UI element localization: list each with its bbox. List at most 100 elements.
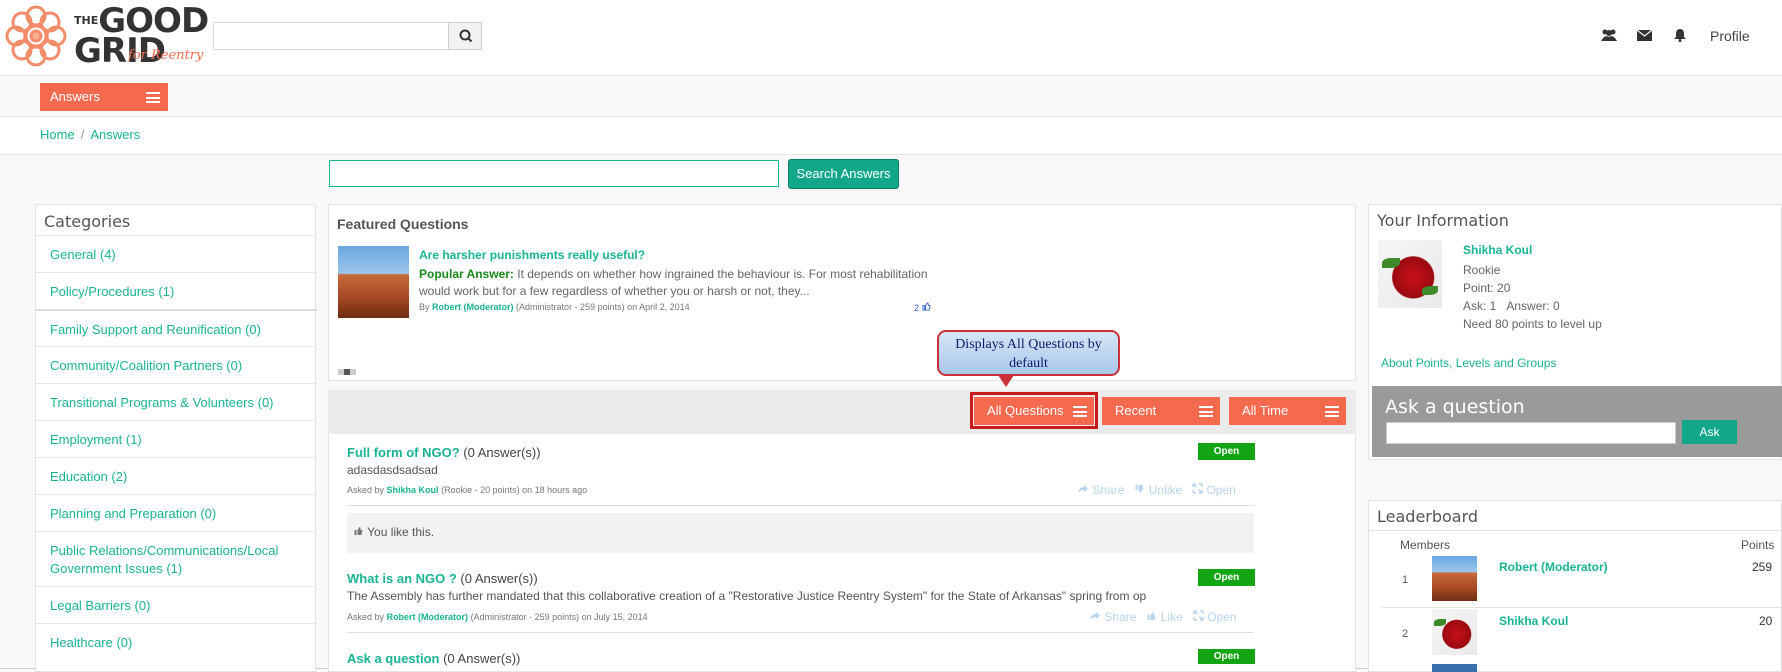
logo-flower-icon (5, 5, 67, 67)
search-answers-button[interactable]: Search Answers (788, 159, 899, 189)
category-community-partners[interactable]: Community/Coalition Partners (0) (36, 346, 317, 383)
answers-menu-label: Answers (50, 89, 100, 104)
question-title-link[interactable]: Ask a question (347, 651, 439, 666)
open-action[interactable]: Open (1192, 483, 1236, 497)
leaderboard-members-header: Members (1400, 538, 1451, 552)
envelope-icon[interactable] (1637, 30, 1652, 41)
category-policy-procedures[interactable]: Policy/Procedures (1) (36, 272, 317, 309)
user-stats: Rookie Point: 20 Ask: 1 Answer: 0 Need 8… (1463, 263, 1602, 331)
categories-panel: Categories General (4) Policy/Procedures… (35, 204, 317, 672)
question-title-row: What is an NGO ? (0 Answer(s)) (347, 571, 538, 586)
share-icon (1078, 485, 1088, 493)
annotation-callout-tail (998, 375, 1014, 387)
category-education[interactable]: Education (2) (36, 457, 317, 494)
leaderboard-points: 259 (1752, 560, 1773, 574)
category-employment[interactable]: Employment (1) (36, 420, 317, 457)
question-author-link[interactable]: Shikha Koul (387, 485, 439, 495)
leaderboard-avatar[interactable] (1432, 609, 1477, 655)
category-transitional-programs[interactable]: Transitional Programs & Volunteers (0) (36, 383, 317, 420)
breadcrumb-band (0, 116, 1782, 155)
status-badge: Open (1198, 443, 1255, 460)
status-badge: Open (1198, 569, 1255, 586)
share-action[interactable]: Share (1077, 483, 1124, 497)
leaderboard-avatar[interactable] (1432, 556, 1477, 601)
leaderboard-member-link[interactable]: Robert (Moderator) (1499, 560, 1608, 574)
recent-filter-button[interactable]: Recent (1102, 397, 1220, 425)
ask-question-title: Ask a question (1385, 396, 1525, 418)
featured-carousel-dots[interactable] (338, 363, 356, 378)
leaderboard-divider (1368, 530, 1782, 531)
profile-link[interactable]: Profile (1710, 28, 1750, 44)
logo-subtitle: for Reentry (128, 48, 204, 63)
featured-question-link[interactable]: Are harsher punishments really useful? (419, 248, 645, 262)
category-public-relations[interactable]: Public Relations/Communications/Local Gov… (36, 531, 317, 586)
category-legal-barriers[interactable]: Legal Barriers (0) (36, 586, 317, 623)
highlight-box (970, 392, 1098, 429)
question-list-panel (328, 434, 1356, 672)
featured-popular-answer: Popular Answer: It depends on whether ho… (419, 267, 928, 298)
breadcrumb-home[interactable]: Home (40, 127, 75, 142)
all-time-filter-button[interactable]: All Time (1229, 397, 1346, 425)
featured-likes-count: 2 (914, 302, 931, 313)
unlike-action[interactable]: Unlike (1134, 483, 1182, 497)
question-title-link[interactable]: What is an NGO ? (347, 571, 457, 586)
search-icon (459, 29, 473, 43)
question-title-row: Full form of NGO? (0 Answer(s)) (347, 445, 541, 460)
open-action[interactable]: Open (1193, 610, 1236, 624)
bell-icon[interactable] (1673, 28, 1687, 42)
question-divider (347, 632, 1254, 633)
categories-title: Categories (44, 212, 131, 231)
question-actions: Share Like Open (1089, 610, 1236, 624)
breadcrumb: Home / Answers (40, 127, 141, 142)
top-header: THEGOOD GRID for Reentry Profile (0, 0, 1782, 75)
leaderboard-title: Leaderboard (1377, 507, 1479, 526)
thumbs-down-icon (1135, 485, 1144, 493)
question-actions: Share Unlike Open (1077, 483, 1236, 497)
category-general[interactable]: General (4) (36, 235, 317, 272)
featured-title: Featured Questions (337, 216, 469, 232)
question-meta: Asked by Shikha Koul (Rookie - 20 points… (347, 485, 588, 495)
expand-icon (1192, 483, 1203, 494)
leaderboard-rank: 2 (1402, 628, 1409, 640)
category-healthcare[interactable]: Healthcare (0) (36, 623, 317, 660)
your-information-title: Your Information (1377, 211, 1509, 230)
leaderboard-avatar[interactable] (1432, 664, 1477, 672)
menu-icon (146, 92, 160, 103)
share-icon (1090, 612, 1100, 620)
points-levels-link[interactable]: About Points, Levels and Groups (1381, 356, 1556, 370)
users-icon[interactable] (1600, 28, 1618, 42)
featured-question-image[interactable] (338, 246, 409, 318)
category-family-support[interactable]: Family Support and Reunification (0) (36, 309, 317, 346)
share-action[interactable]: Share (1089, 610, 1136, 624)
menu-icon (1199, 406, 1213, 417)
question-title-link[interactable]: Full form of NGO? (347, 445, 460, 460)
like-note-box: You like this. (347, 513, 1254, 553)
ask-button[interactable]: Ask (1682, 420, 1737, 444)
breadcrumb-answers[interactable]: Answers (90, 127, 140, 142)
question-author-link[interactable]: Robert (Moderator) (387, 612, 469, 622)
site-search-input[interactable] (213, 22, 449, 50)
leaderboard-member-link[interactable]: Shikha Koul (1499, 614, 1568, 628)
menu-icon (1325, 406, 1339, 417)
featured-meta: By Robert (Moderator) (Administrator - 2… (419, 302, 690, 312)
question-meta: Asked by Robert (Moderator) (Administrat… (347, 612, 648, 622)
thumbs-up-icon (354, 527, 363, 535)
expand-icon (1193, 610, 1204, 621)
ask-question-input[interactable] (1386, 422, 1676, 444)
site-logo[interactable]: THEGOOD GRID for Reentry (4, 4, 209, 70)
user-name-link[interactable]: Shikha Koul (1463, 243, 1532, 257)
leaderboard-points-header: Points (1741, 538, 1775, 552)
like-action[interactable]: Like (1146, 610, 1183, 624)
status-badge: Open (1198, 649, 1255, 664)
featured-author-link[interactable]: Robert (Moderator) (432, 302, 514, 312)
user-avatar[interactable] (1378, 240, 1442, 308)
question-title-row: Ask a question (0 Answer(s)) (347, 651, 521, 666)
question-body: The Assembly has further mandated that t… (347, 589, 1147, 603)
section-nav-band (0, 75, 1782, 116)
answers-search-input[interactable] (329, 160, 779, 187)
answers-menu-button[interactable]: Answers (40, 83, 168, 111)
category-planning-preparation[interactable]: Planning and Preparation (0) (36, 494, 317, 531)
leaderboard-rank: 1 (1402, 574, 1409, 586)
site-search-button[interactable] (448, 22, 482, 50)
thumbs-up-icon (921, 302, 931, 311)
